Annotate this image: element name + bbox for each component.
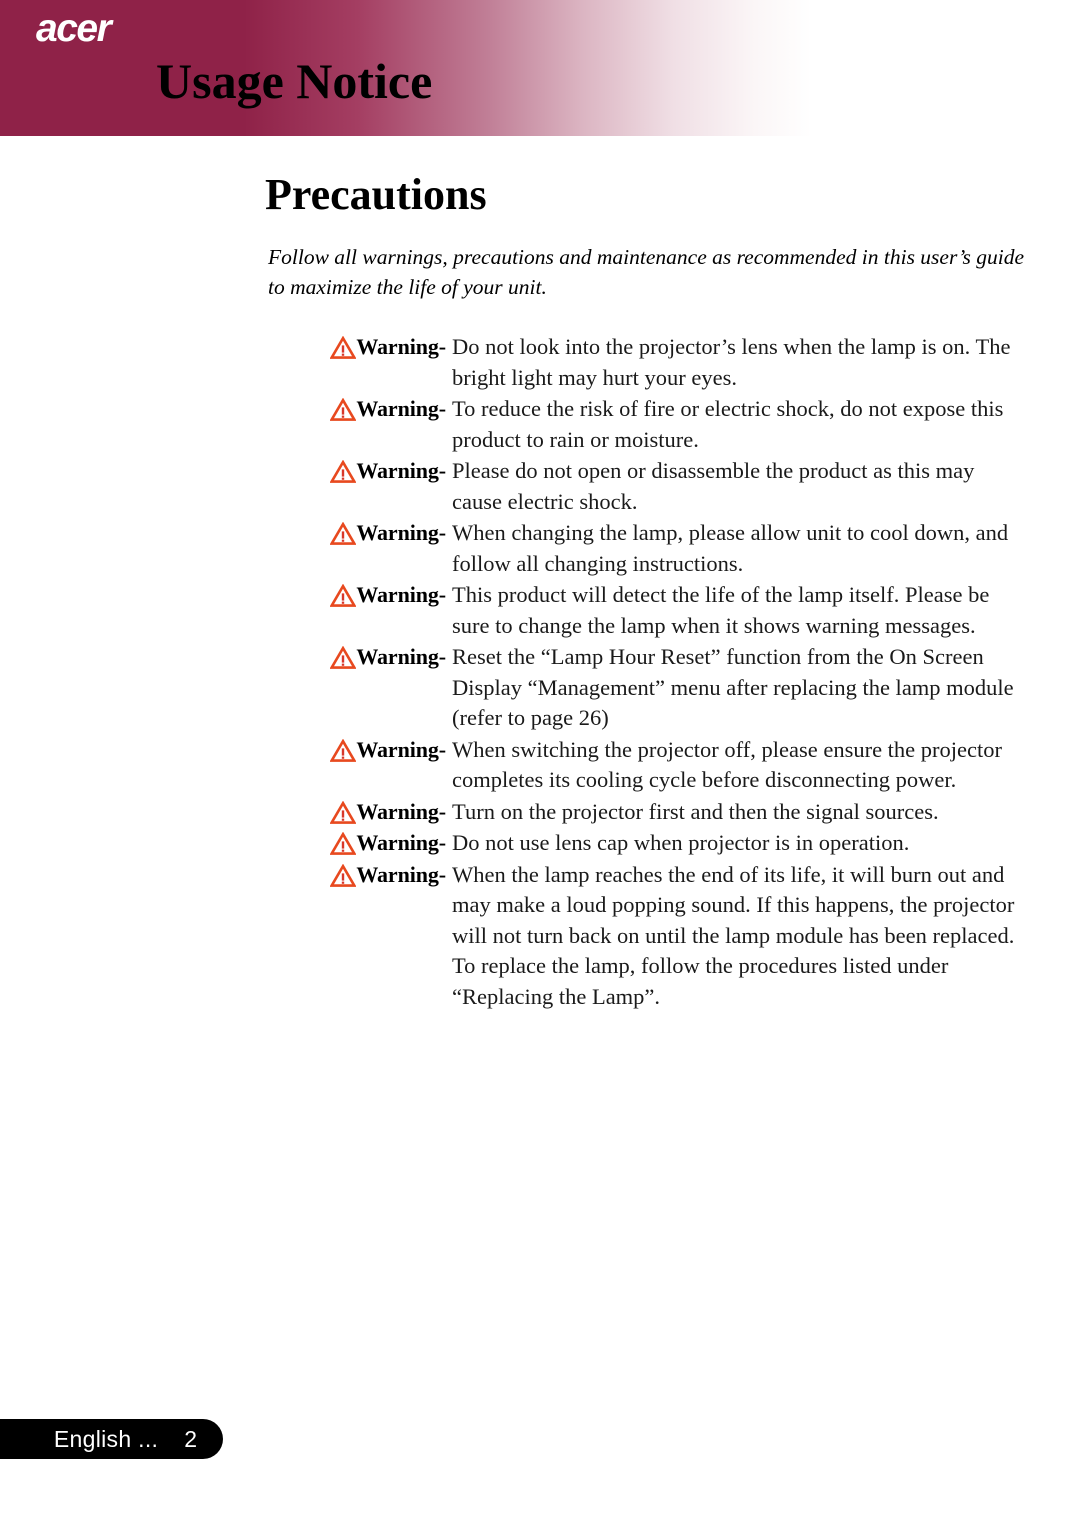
footer-page-number: 2 bbox=[184, 1425, 197, 1452]
warning-triangle-icon bbox=[330, 460, 357, 483]
warning-label-cell: Warning- bbox=[268, 518, 450, 548]
warning-label: Warning- bbox=[356, 798, 446, 824]
warning-text: When changing the lamp, please allow uni… bbox=[452, 520, 1009, 576]
warning-row: Warning- This product will detect the li… bbox=[268, 580, 1028, 641]
warning-text: This product will detect the life of the… bbox=[452, 582, 990, 638]
acer-logo: acer bbox=[36, 7, 112, 50]
footer-page-tab: English ... 2 bbox=[0, 1419, 223, 1459]
warning-text: Do not look into the projector’s lens wh… bbox=[452, 334, 1011, 390]
warning-row: Warning- Do not look into the projector’… bbox=[268, 332, 1028, 393]
warning-label: Warning- bbox=[356, 861, 446, 887]
footer-language-label: English ... bbox=[53, 1425, 159, 1452]
warning-row: Warning- When changing the lamp, please … bbox=[268, 518, 1028, 579]
warning-triangle-icon bbox=[330, 832, 357, 855]
warning-label-cell: Warning- bbox=[268, 456, 450, 486]
warning-text: Do not use lens cap when projector is in… bbox=[452, 830, 910, 855]
warning-label: Warning- bbox=[356, 520, 446, 545]
warning-label-cell: Warning- bbox=[268, 828, 450, 858]
warning-label: Warning- bbox=[356, 396, 446, 421]
warning-triangle-icon bbox=[330, 398, 357, 421]
warning-label-cell: Warning- bbox=[268, 735, 450, 765]
warning-row: Warning- Do not use lens cap when projec… bbox=[268, 828, 1028, 859]
warning-label: Warning- bbox=[356, 334, 446, 359]
warning-row: Warning- To reduce the risk of fire or e… bbox=[268, 394, 1028, 455]
warning-text: When the lamp reaches the end of its lif… bbox=[452, 861, 1015, 1009]
warning-triangle-icon bbox=[330, 738, 357, 762]
warning-triangle-icon bbox=[330, 800, 357, 824]
warning-triangle-icon bbox=[330, 646, 357, 669]
warning-label-cell: Warning- bbox=[268, 332, 450, 362]
warning-triangle-icon bbox=[330, 522, 357, 545]
warnings-list: Warning- Do not look into the projector’… bbox=[268, 332, 1028, 1013]
warning-text: When switching the projector off, please… bbox=[452, 736, 1003, 793]
warning-label: Warning- bbox=[356, 582, 446, 607]
warning-label: Warning- bbox=[356, 830, 446, 855]
intro-paragraph: Follow all warnings, precautions and mai… bbox=[268, 245, 1025, 299]
warning-label: Warning- bbox=[356, 736, 446, 762]
warning-row: Warning- When switching the projector of… bbox=[268, 735, 1028, 796]
warning-label-cell: Warning- bbox=[268, 394, 450, 424]
warning-text: To reduce the risk of fire or electric s… bbox=[452, 396, 1004, 452]
warning-label-cell: Warning- bbox=[268, 797, 450, 827]
warning-label: Warning- bbox=[356, 458, 446, 483]
warning-row: Warning- Turn on the projector first and… bbox=[268, 797, 1028, 828]
warning-label-cell: Warning- bbox=[268, 642, 450, 672]
warning-triangle-icon bbox=[330, 863, 357, 887]
page-title: Precautions bbox=[265, 170, 487, 219]
warning-label-cell: Warning- bbox=[268, 580, 450, 610]
header-title: Usage Notice bbox=[156, 53, 433, 109]
warning-triangle-icon bbox=[330, 584, 357, 607]
warning-label-cell: Warning- bbox=[268, 860, 450, 890]
warning-text: Turn on the projector first and then the… bbox=[452, 798, 939, 824]
warning-triangle-icon bbox=[330, 336, 357, 359]
warning-text: Reset the “Lamp Hour Reset” function fro… bbox=[452, 644, 1014, 730]
warning-row: Warning- Reset the “Lamp Hour Reset” fun… bbox=[268, 642, 1028, 734]
warning-row: Warning- When the lamp reaches the end o… bbox=[268, 860, 1028, 1013]
page-header-band: acer Usage Notice bbox=[0, 0, 812, 136]
warning-row: Warning- Please do not open or disassemb… bbox=[268, 456, 1028, 517]
warning-label: Warning- bbox=[356, 644, 446, 669]
warning-text: Please do not open or disassemble the pr… bbox=[452, 458, 975, 514]
